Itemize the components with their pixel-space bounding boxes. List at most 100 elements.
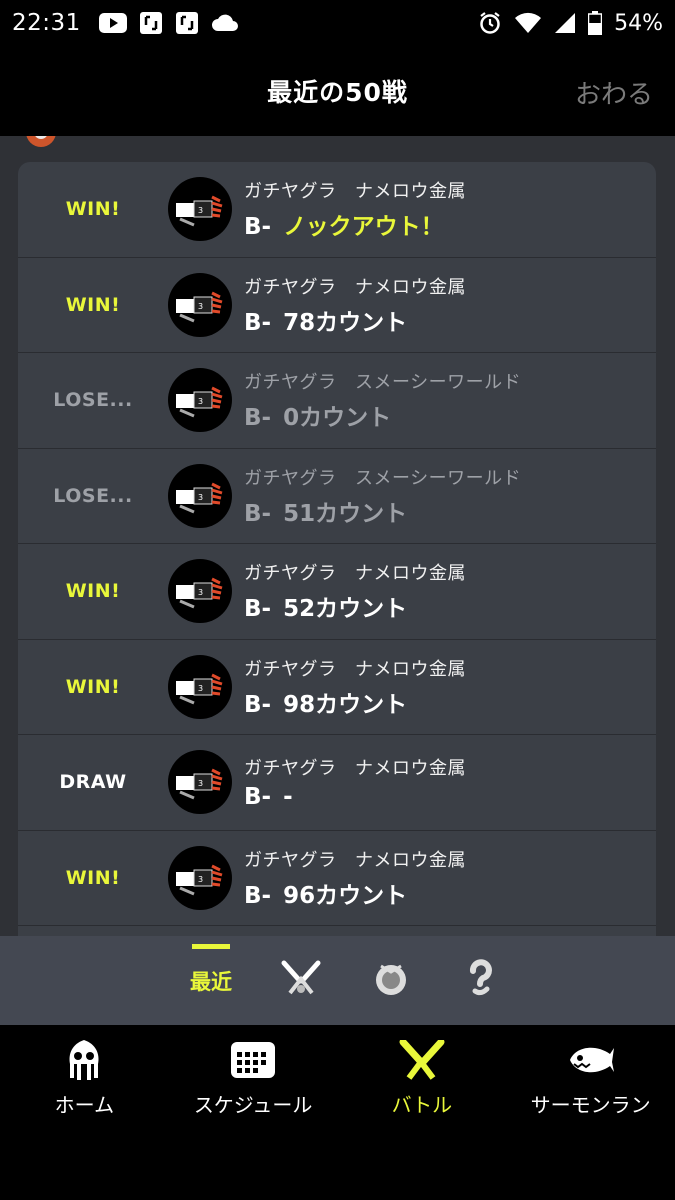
signal-icon <box>554 12 576 34</box>
svg-text:3: 3 <box>198 206 203 215</box>
weapon-icon: 3 <box>168 177 232 242</box>
section-header-peek <box>24 136 644 148</box>
salmon-icon <box>566 1037 616 1083</box>
udemae-rank: B- <box>244 784 272 811</box>
battle-row[interactable]: WIN! 3 ガチヤグラ ナメロウ金属 B- 96カウント <box>18 831 656 926</box>
nav-schedule-label: スケジュール <box>193 1093 313 1117</box>
battle-score: 0カウント <box>283 405 392 432</box>
battle-icon <box>399 1037 445 1083</box>
mode-stage-line: ガチヤグラ スメーシーワールド <box>244 368 521 394</box>
mode-stage-line: ガチヤグラ ナメロウ金属 <box>244 559 466 585</box>
weapon-icon: 3 <box>168 272 232 337</box>
battle-stage: スメーシーワールド <box>355 372 522 394</box>
battle-row[interactable]: WIN! 3 ガチヤグラ ナメロウ金属 B- 78カウント <box>18 258 656 353</box>
nav-battle[interactable]: バトル <box>342 1037 502 1200</box>
battle-row[interactable]: WIN! 3 ガチヤグラ ナメロウ金属 B- ノックアウト！ <box>18 162 656 258</box>
battle-info: ガチヤグラ スメーシーワールド B- 0カウント <box>244 368 521 432</box>
battle-mode: ガチヤグラ <box>244 849 337 871</box>
nav-schedule[interactable]: スケジュール <box>173 1037 333 1200</box>
battle-row[interactable]: LOSE... 3 ガチヤグラ スメーシーワールド B- 51カウント <box>18 449 656 544</box>
battle-result: DRAW <box>59 771 127 794</box>
battle-stage: ナメロウ金属 <box>355 849 466 871</box>
rank-score-line: B- 51カウント <box>244 494 521 528</box>
status-right: 54% <box>478 11 663 36</box>
svg-text:3: 3 <box>198 779 203 788</box>
battle-info: ガチヤグラ ナメロウ金属 B- 52カウント <box>244 559 466 623</box>
battle-score: 51カウント <box>283 500 408 527</box>
svg-text:3: 3 <box>198 302 203 311</box>
battle-mode: ガチヤグラ <box>244 758 337 780</box>
tab-question[interactable] <box>456 956 506 1006</box>
weapon-icon: 3 <box>168 368 232 433</box>
svg-text:3: 3 <box>198 684 203 693</box>
battle-result: WIN! <box>65 580 121 603</box>
weapon-icon: 3 <box>168 463 232 528</box>
nav-salmon-run-label: サーモンラン <box>530 1093 651 1117</box>
sub-tab-bar: 最近 <box>0 936 675 1025</box>
weapon-icon: 3 <box>168 750 232 815</box>
bracket-app-icon-2 <box>175 11 199 35</box>
battle-mode: ガチヤグラ <box>244 563 337 585</box>
battle-score: 52カウント <box>283 596 408 623</box>
battle-row[interactable]: LOSE... 3 ガチヤグラ スメーシーワールド B- 0カウント <box>18 353 656 449</box>
battle-score: 98カウント <box>283 691 408 718</box>
alarm-icon <box>478 11 502 35</box>
mode-stage-line: ガチヤグラ スメーシーワールド <box>244 464 521 490</box>
tab-weapons[interactable] <box>276 956 326 1006</box>
status-bar: 22:31 54% <box>0 0 675 46</box>
battle-row[interactable]: DRAW 3 ガチヤグラ ナメロウ金属 B- - <box>18 735 656 831</box>
weapon-icon: 3 <box>168 654 232 719</box>
mode-stage-line: ガチヤグラ ナメロウ金属 <box>244 754 466 780</box>
battle-info: ガチヤグラ ナメロウ金属 B- ノックアウト！ <box>244 177 466 241</box>
battle-score: ノックアウト！ <box>283 214 444 241</box>
rank-score-line: B- - <box>244 784 466 810</box>
nav-home[interactable]: ホーム <box>4 1037 164 1200</box>
squid-icon <box>64 1037 104 1083</box>
mode-badge-icon <box>24 136 58 153</box>
status-time: 22:31 <box>12 10 81 36</box>
battle-result: WIN! <box>65 675 121 698</box>
tab-recent-label: 最近 <box>190 969 232 994</box>
udemae-rank: B- <box>244 596 272 623</box>
battle-info: ガチヤグラ ナメロウ金属 B- 98カウント <box>244 655 466 719</box>
close-button[interactable]: おわる <box>575 74 653 111</box>
rank-score-line: B- ノックアウト！ <box>244 207 466 241</box>
battle-row[interactable]: WIN! 3 ガチヤグラ ナメロウ金属 B- 98カウント <box>18 640 656 735</box>
rank-score-line: B- 96カウント <box>244 876 466 910</box>
battle-score: - <box>283 784 293 811</box>
battle-stage: ナメロウ金属 <box>355 181 466 203</box>
weapon-icon: 3 <box>168 559 232 624</box>
tab-rank[interactable] <box>366 956 416 1006</box>
svg-text:3: 3 <box>198 588 203 597</box>
mode-stage-line: ガチヤグラ ナメロウ金属 <box>244 846 466 872</box>
cloud-icon <box>211 14 239 32</box>
splat-icon <box>280 959 322 1003</box>
svg-text:3: 3 <box>198 875 203 884</box>
battery-percent: 54% <box>614 10 663 36</box>
nav-home-label: ホーム <box>54 1093 115 1117</box>
battle-result: LOSE... <box>53 389 133 412</box>
question-icon <box>465 958 497 1003</box>
tab-recent[interactable]: 最近 <box>186 943 236 1006</box>
nav-battle-label: バトル <box>391 1093 453 1117</box>
content-area[interactable]: WIN! 3 ガチヤグラ ナメロウ金属 B- ノックアウト！ WIN! 3 ガチヤグラ ナメロ… <box>0 136 675 936</box>
battle-score: 96カウント <box>283 882 408 909</box>
rank-score-line: B- 78カウント <box>244 303 466 337</box>
battle-stage: スメーシーワールド <box>355 467 522 489</box>
udemae-rank: B- <box>244 214 272 241</box>
bracket-app-icon <box>139 11 163 35</box>
battle-row[interactable]: WIN! 3 ガチヤグラ ナメロウ金属 B- 52カウント <box>18 544 656 640</box>
battle-stage: ナメロウ金属 <box>355 563 466 585</box>
active-tab-indicator <box>192 943 230 949</box>
battle-result: WIN! <box>65 293 121 316</box>
udemae-rank: B- <box>244 691 272 718</box>
battle-result: WIN! <box>65 866 121 889</box>
bottom-nav: ホーム スケジュール バトル サーモンラン <box>0 1025 675 1200</box>
battle-mode: ガチヤグラ <box>244 658 337 680</box>
udemae-rank: B- <box>244 405 272 432</box>
nav-salmon-run[interactable]: サーモンラン <box>511 1037 671 1200</box>
svg-text:3: 3 <box>198 397 203 406</box>
battle-stage: ナメロウ金属 <box>355 276 466 298</box>
weapon-icon: 3 <box>168 845 232 910</box>
udemae-rank: B- <box>244 882 272 909</box>
